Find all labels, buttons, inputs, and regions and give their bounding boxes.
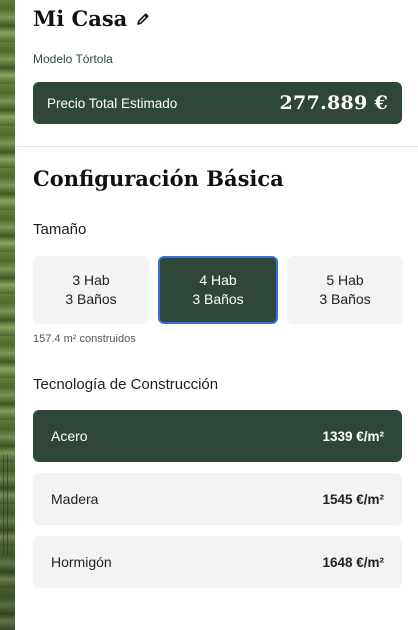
size-option-rooms: 4 Hab — [199, 272, 237, 288]
divider — [15, 146, 418, 147]
size-option-baths: 3 Baños — [319, 291, 371, 307]
configurator-panel: Mi Casa Modelo Tórtola Precio Total Esti… — [15, 0, 418, 630]
price-summary: Precio Total Estimado 277.889 € — [33, 82, 402, 124]
size-option-baths: 3 Baños — [65, 291, 117, 307]
technology-option-madera[interactable]: Madera 1545 €/m² — [33, 473, 402, 525]
price-label: Precio Total Estimado — [47, 95, 178, 111]
price-value: 277.889 € — [279, 92, 388, 114]
built-area-note: 157.4 m² construidos — [33, 333, 136, 345]
technology-option-acero[interactable]: Acero 1339 €/m² — [33, 410, 402, 462]
technology-heading: Tecnología de Construcción — [33, 376, 219, 393]
page-title: Mi Casa — [33, 6, 128, 31]
technology-options: Acero 1339 €/m² Madera 1545 €/m² Hormigó… — [33, 410, 402, 599]
size-options: 3 Hab 3 Baños 4 Hab 3 Baños 5 Hab 3 Baño… — [33, 256, 403, 324]
technology-price: 1648 €/m² — [322, 554, 384, 570]
size-option-baths: 3 Baños — [192, 291, 244, 307]
section-title: Configuración Básica — [33, 166, 284, 191]
background-photo-strip — [0, 0, 15, 630]
size-option-rooms: 3 Hab — [72, 272, 110, 288]
size-heading: Tamaño — [33, 221, 87, 238]
technology-price: 1545 €/m² — [322, 491, 384, 507]
title-row: Mi Casa — [33, 6, 151, 31]
model-name: Modelo Tórtola — [33, 52, 113, 66]
size-option-4-hab[interactable]: 4 Hab 3 Baños — [158, 256, 278, 324]
pencil-icon[interactable] — [135, 11, 151, 27]
technology-name: Acero — [51, 428, 88, 444]
size-option-3-hab[interactable]: 3 Hab 3 Baños — [33, 256, 149, 324]
technology-option-hormigon[interactable]: Hormigón 1648 €/m² — [33, 536, 402, 588]
size-option-5-hab[interactable]: 5 Hab 3 Baños — [287, 256, 403, 324]
technology-name: Madera — [51, 491, 99, 507]
technology-name: Hormigón — [51, 554, 112, 570]
technology-price: 1339 €/m² — [322, 428, 384, 444]
size-option-rooms: 5 Hab — [326, 272, 364, 288]
